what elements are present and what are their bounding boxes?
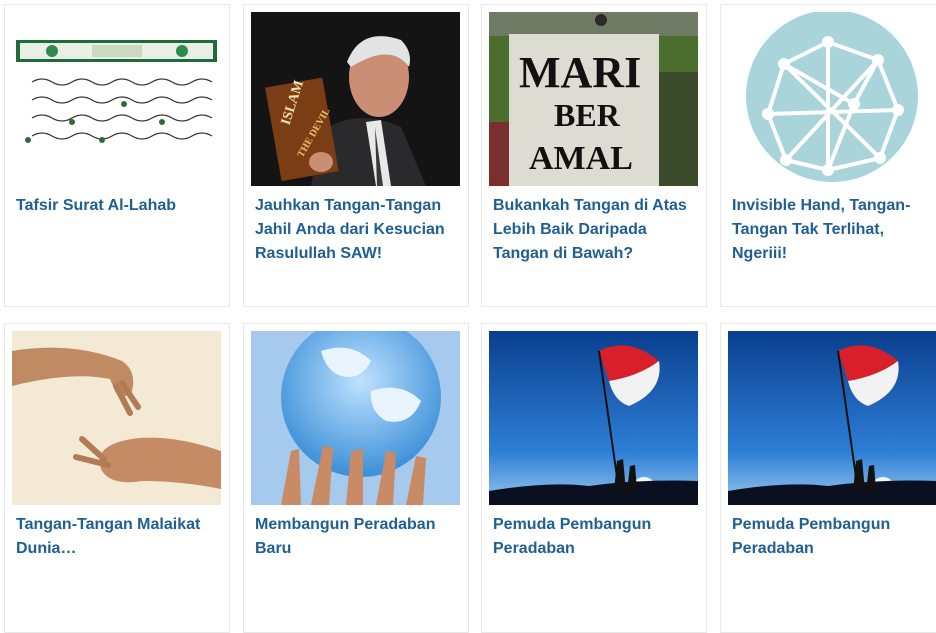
article-card[interactable]: Tangan-Tangan Malaikat Dunia… [4,323,230,633]
article-card[interactable]: Pemuda Pembangun Peradaban [720,323,936,633]
article-title[interactable]: Membangun Peradaban Baru [255,513,455,561]
article-card[interactable]: Invisible Hand, Tangan-Tangan Tak Terlih… [720,4,936,307]
article-thumbnail[interactable]: MARI BER AMAL [489,12,698,186]
article-thumbnail[interactable] [728,12,936,186]
sign-text: BER [554,97,621,133]
article-card[interactable]: ISLAM THE DEVIL Jauhkan Tangan-Tangan Ja… [243,4,469,307]
article-title[interactable]: Tangan-Tangan Malaikat Dunia… [16,513,216,561]
flag-silhouette-image [728,331,936,505]
article-title[interactable]: Bukankah Tangan di Atas Lebih Baik Darip… [493,194,693,266]
man-holding-book-image: ISLAM THE DEVIL [251,12,460,186]
article-title[interactable]: Tafsir Surat Al-Lahab [16,194,216,218]
quran-page-image [12,12,221,186]
article-thumbnail[interactable]: ISLAM THE DEVIL [251,12,460,186]
article-thumbnail[interactable] [12,331,221,505]
reaching-hands-image [12,331,221,505]
article-thumbnail[interactable] [12,12,221,186]
article-thumbnail[interactable] [489,331,698,505]
article-thumbnail[interactable] [251,331,460,505]
article-card[interactable]: MARI BER AMAL Bukankah Tangan di Atas Le… [481,4,707,307]
article-card[interactable]: Membangun Peradaban Baru [243,323,469,633]
article-title[interactable]: Pemuda Pembangun Peradaban [732,513,932,561]
charity-sign-image: MARI BER AMAL [489,12,698,186]
sign-text: AMAL [529,140,633,177]
article-thumbnail[interactable] [728,331,936,505]
article-title[interactable]: Pemuda Pembangun Peradaban [493,513,693,561]
network-icon-image [728,12,936,186]
article-card[interactable]: Pemuda Pembangun Peradaban [481,323,707,633]
article-title[interactable]: Invisible Hand, Tangan-Tangan Tak Terlih… [732,194,932,266]
article-card[interactable]: Tafsir Surat Al-Lahab [4,4,230,307]
article-title[interactable]: Jauhkan Tangan-Tangan Jahil Anda dari Ke… [255,194,455,266]
hands-holding-globe-image [251,331,460,505]
flag-silhouette-image [489,331,698,505]
sign-text: MARI [519,48,641,97]
